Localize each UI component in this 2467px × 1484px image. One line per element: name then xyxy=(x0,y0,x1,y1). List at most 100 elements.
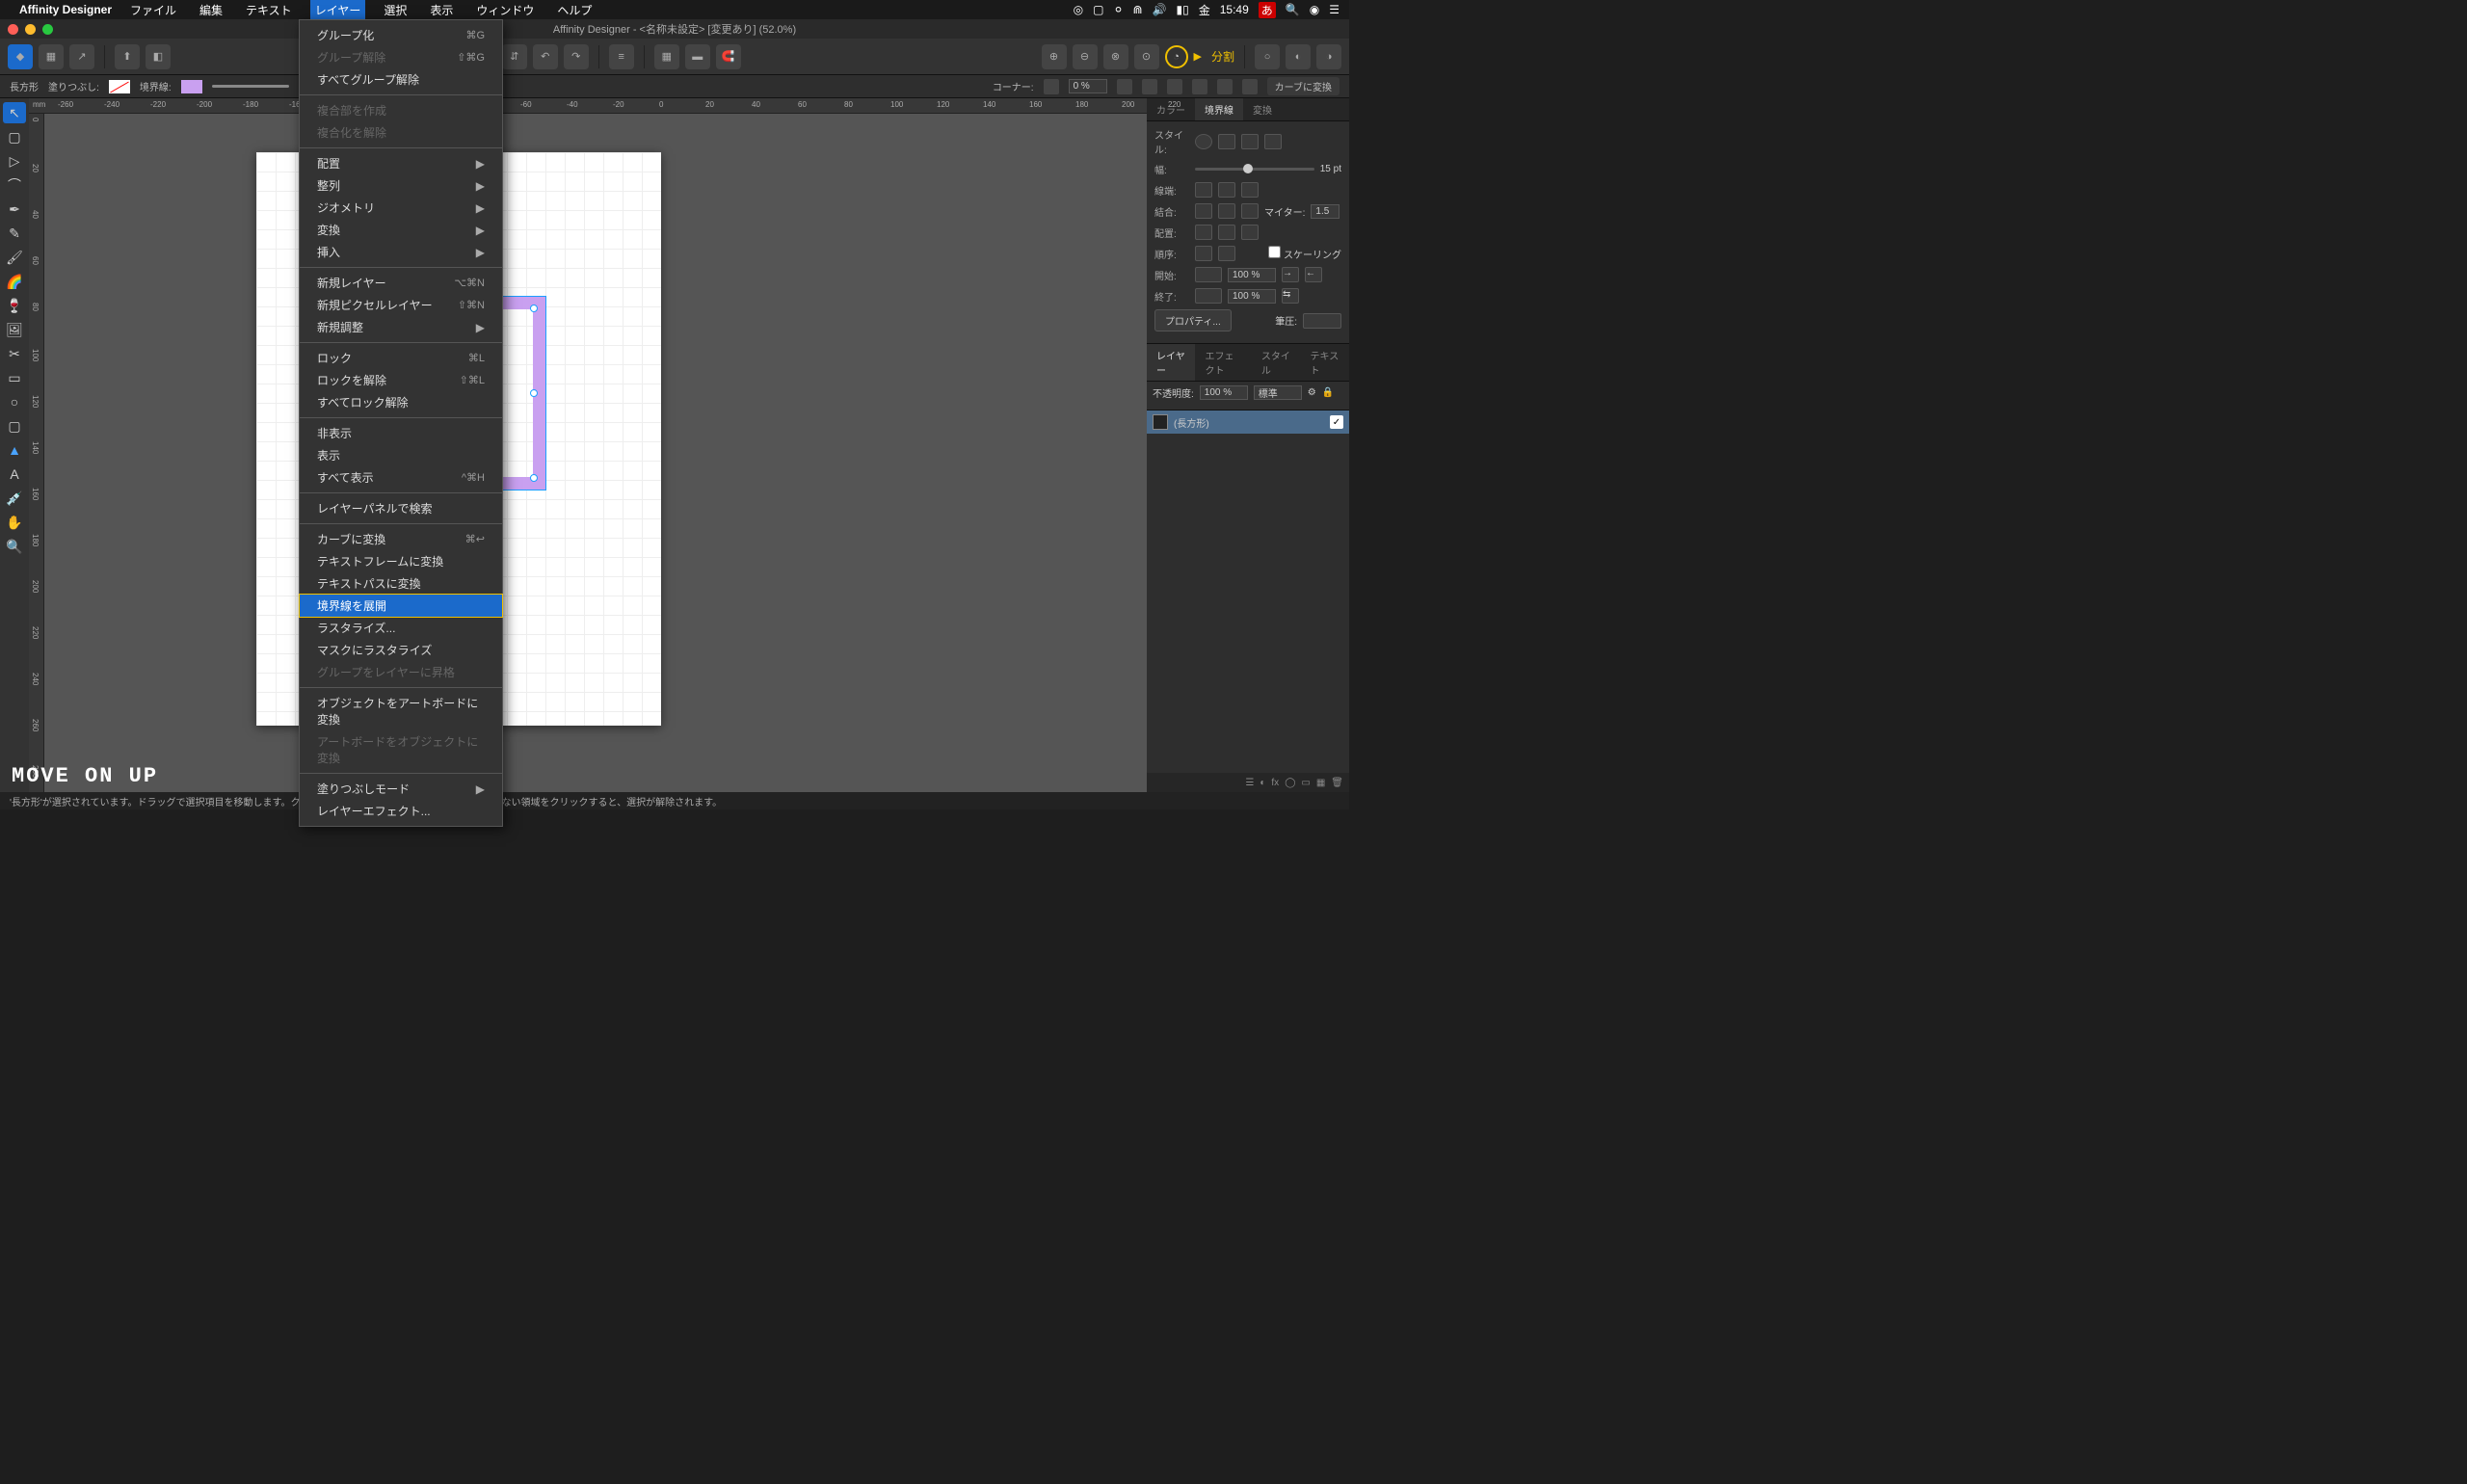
snap-toggle-icon[interactable]: 🧲 xyxy=(716,44,741,69)
corner-opt1-icon[interactable] xyxy=(1117,79,1132,94)
arrow-link-icon[interactable]: ⇆ xyxy=(1282,288,1299,304)
handle-br[interactable] xyxy=(530,474,538,482)
menu-item[interactable]: テキストフレームに変換 xyxy=(300,550,502,572)
snap-grid-icon[interactable]: ▦ xyxy=(654,44,679,69)
end-arrow-icon[interactable] xyxy=(1195,288,1222,304)
menu-item[interactable]: すべてロック解除 xyxy=(300,391,502,413)
vector-brush-tool-icon[interactable]: 🖌 xyxy=(3,247,26,268)
menu-item[interactable]: ラスタライズ... xyxy=(300,617,502,639)
join-round-icon[interactable] xyxy=(1218,203,1235,219)
menu-item[interactable]: テキストパスに変換 xyxy=(300,572,502,595)
layer-item[interactable]: (長方形) ✓ xyxy=(1147,411,1349,434)
order-front-icon[interactable] xyxy=(1218,246,1235,261)
order-behind-icon[interactable] xyxy=(1195,246,1212,261)
add-layer-icon[interactable]: ▭ xyxy=(1301,778,1310,788)
insert-behind-icon[interactable]: ◑ xyxy=(1316,44,1341,69)
move-tool-icon[interactable]: ↖ xyxy=(3,102,26,123)
rotate-cw-icon[interactable]: ↷ xyxy=(564,44,589,69)
tab-text[interactable]: テキスト xyxy=(1301,344,1349,381)
corner-opt2-icon[interactable] xyxy=(1142,79,1157,94)
corner-opt4-icon[interactable] xyxy=(1192,79,1207,94)
menu-item[interactable]: 境界線を展開 xyxy=(300,595,502,617)
corner-opt3-icon[interactable] xyxy=(1167,79,1182,94)
corner-value-input[interactable] xyxy=(1069,79,1107,93)
rotate-ccw-icon[interactable]: ↶ xyxy=(533,44,558,69)
menu-item[interactable]: 塗りつぶしモード▶ xyxy=(300,778,502,800)
place-tool-icon[interactable]: 🖼 xyxy=(3,319,26,340)
menu-item[interactable]: 非表示 xyxy=(300,422,502,444)
menu-layer[interactable]: レイヤー xyxy=(310,0,366,20)
shape-rounded-icon[interactable]: ▢ xyxy=(3,415,26,437)
pressure-curve-icon[interactable] xyxy=(1303,313,1341,329)
shield-icon[interactable]: ◎ xyxy=(1074,3,1083,16)
shape-rect-icon[interactable]: ▭ xyxy=(3,367,26,388)
transparency-tool-icon[interactable]: 🍷 xyxy=(3,295,26,316)
artboard-tool-icon[interactable]: ▢ xyxy=(3,126,26,147)
minimize-icon[interactable] xyxy=(25,24,36,35)
menu-item[interactable]: 新規ピクセルレイヤー⇧⌘N xyxy=(300,294,502,316)
fill-tool-icon[interactable]: 🌈 xyxy=(3,271,26,292)
persona-pixel-icon[interactable]: ▦ xyxy=(39,44,64,69)
add-pixel-icon[interactable]: ▦ xyxy=(1316,778,1325,788)
menu-window[interactable]: ウィンドウ xyxy=(471,0,539,20)
corner-opt5-icon[interactable] xyxy=(1217,79,1233,94)
menu-item[interactable]: ロックを解除⇧⌘L xyxy=(300,369,502,391)
persona-designer-icon[interactable]: ◆ xyxy=(8,44,33,69)
stroke-swatch[interactable] xyxy=(181,80,202,93)
trash-icon[interactable]: 🗑 xyxy=(1331,778,1343,788)
tab-styles[interactable]: スタイル xyxy=(1252,344,1301,381)
pen-tool-icon[interactable]: ✒ xyxy=(3,199,26,220)
node-tool-icon[interactable]: ▷ xyxy=(3,150,26,172)
miter-input[interactable] xyxy=(1311,204,1340,219)
fx-icon[interactable]: fx xyxy=(1271,778,1279,788)
geom-add-icon[interactable]: ⊕ xyxy=(1042,44,1067,69)
insert-inside-icon[interactable]: ◐ xyxy=(1286,44,1311,69)
defaults-icon[interactable]: ◧ xyxy=(146,44,171,69)
convert-to-curves-button[interactable]: カーブに変換 xyxy=(1267,77,1340,95)
menu-item[interactable]: 変換▶ xyxy=(300,219,502,241)
menu-edit[interactable]: 編集 xyxy=(195,0,227,20)
tab-layers[interactable]: レイヤー xyxy=(1147,344,1195,381)
corner-opt6-icon[interactable] xyxy=(1242,79,1258,94)
menu-item[interactable]: 挿入▶ xyxy=(300,241,502,263)
align-icon[interactable]: ≡ xyxy=(609,44,634,69)
geom-xor-icon[interactable]: ⊙ xyxy=(1134,44,1159,69)
menu-text[interactable]: テキスト xyxy=(241,0,297,20)
corner-tool-icon[interactable]: ⌒ xyxy=(3,174,26,196)
menu-item[interactable]: 配置▶ xyxy=(300,152,502,174)
ime-indicator[interactable]: あ xyxy=(1259,2,1276,18)
wifi-icon[interactable]: ⋒ xyxy=(1133,3,1143,16)
geom-sub-icon[interactable]: ⊖ xyxy=(1073,44,1098,69)
sync-icon[interactable]: ⬆ xyxy=(115,44,140,69)
layer-visible-checkbox[interactable]: ✓ xyxy=(1330,415,1343,429)
battery-icon[interactable]: ▮▯ xyxy=(1177,3,1189,16)
cap-butt-icon[interactable] xyxy=(1195,182,1212,198)
style-solid-icon[interactable] xyxy=(1218,134,1235,149)
scale-checkbox[interactable] xyxy=(1268,246,1281,258)
opacity-input[interactable] xyxy=(1200,385,1248,400)
pencil-tool-icon[interactable]: ✎ xyxy=(3,223,26,244)
corner-type-icon[interactable] xyxy=(1044,79,1059,94)
bluetooth-icon[interactable]: ⚪︎ xyxy=(1113,3,1123,16)
align-outside-icon[interactable] xyxy=(1241,225,1259,240)
style-none-icon[interactable] xyxy=(1195,134,1212,149)
notification-icon[interactable]: ☰ xyxy=(1329,3,1340,16)
join-miter-icon[interactable] xyxy=(1195,203,1212,219)
menu-item[interactable]: すべて表示^⌘H xyxy=(300,466,502,489)
color-picker-tool-icon[interactable]: 💉 xyxy=(3,488,26,509)
spotlight-icon[interactable]: 🔍 xyxy=(1286,3,1300,16)
close-icon[interactable] xyxy=(8,24,18,35)
menu-help[interactable]: ヘルプ xyxy=(552,0,597,20)
pan-tool-icon[interactable]: ✋ xyxy=(3,512,26,533)
gear-icon[interactable]: ⚙ xyxy=(1308,387,1316,398)
zoom-icon[interactable] xyxy=(42,24,53,35)
cap-round-icon[interactable] xyxy=(1218,182,1235,198)
geom-int-icon[interactable]: ⊗ xyxy=(1103,44,1128,69)
app-name[interactable]: Affinity Designer xyxy=(19,3,112,16)
style-dash-icon[interactable] xyxy=(1241,134,1259,149)
flip-v-icon[interactable]: ⇵ xyxy=(502,44,527,69)
menu-select[interactable]: 選択 xyxy=(379,0,411,20)
menu-item[interactable]: カーブに変換⌘↩ xyxy=(300,528,502,550)
fill-swatch[interactable] xyxy=(109,80,130,93)
stroke-width-slider[interactable] xyxy=(212,85,289,88)
